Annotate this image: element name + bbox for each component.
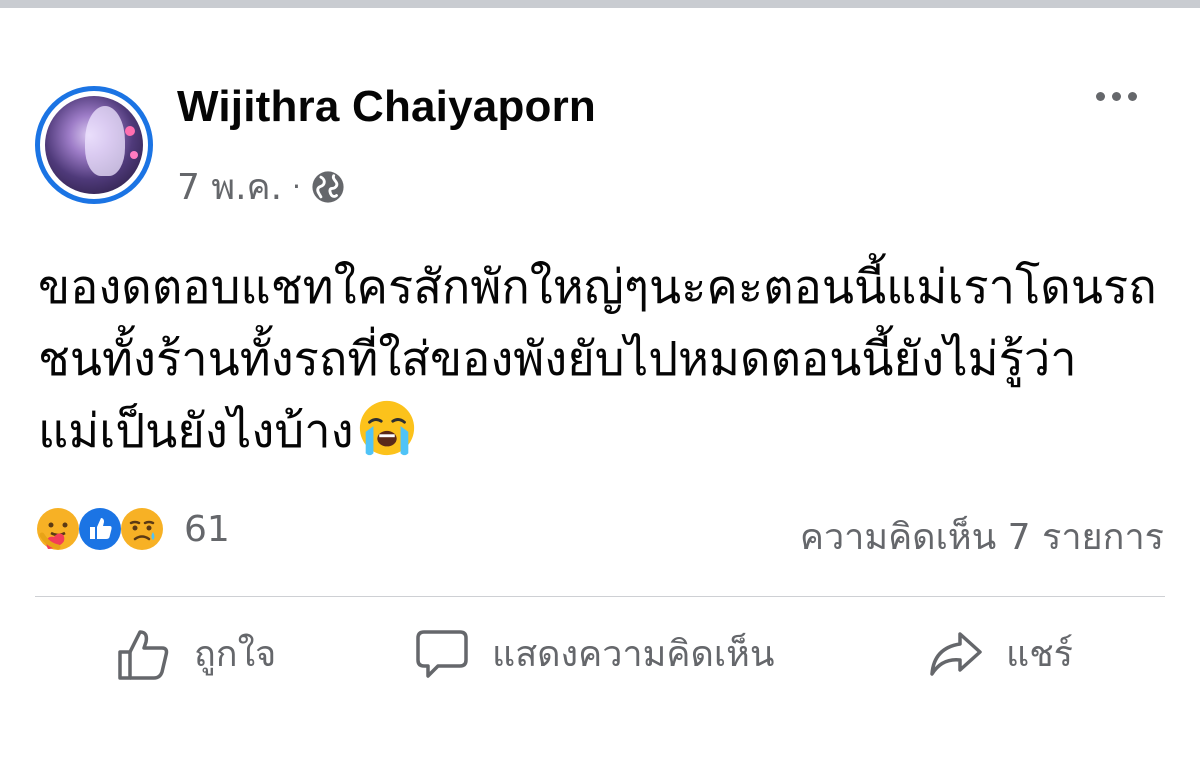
post-text-container: ของดตอบแชทใครสักพักใหญ่ๆนะคะตอนนี้แม่เรา… [38,252,1168,468]
more-options-icon[interactable] [1096,92,1137,101]
comment-label: แสดงความคิดเห็น [492,634,775,675]
share-button[interactable]: แชร์ [928,625,1073,682]
divider [35,596,1165,597]
comment-bubble-icon [416,629,468,678]
avatar[interactable] [35,86,153,204]
globe-icon[interactable] [311,170,345,204]
reactions-summary[interactable]: 61 [34,505,230,553]
post-date[interactable]: 7 พ.ค. [177,158,282,215]
action-bar: ถูกใจ แสดงความคิดเห็น แชร์ [0,625,1200,705]
loudly-crying-face-emoji [359,400,414,456]
thumbs-up-icon [118,629,169,680]
share-arrow-icon [930,631,982,676]
comments-count-link[interactable]: ความคิดเห็น 7 รายการ [800,508,1164,565]
share-label: แชร์ [1006,634,1073,675]
reaction-count: 61 [184,508,230,550]
care-reaction-icon [37,508,79,550]
like-label: ถูกใจ [194,634,277,675]
avatar-image [45,96,143,194]
post-meta: 7 พ.ค. · [177,158,345,215]
sad-reaction-icon [121,508,163,550]
top-strip [0,0,1200,8]
author-name[interactable]: Wijithra Chaiyaporn [177,82,596,132]
like-reaction-icon [79,508,121,550]
comment-button[interactable]: แสดงความคิดเห็น [414,625,774,682]
post-text: ของดตอบแชทใครสักพักใหญ่ๆนะคะตอนนี้แม่เรา… [38,260,1157,459]
meta-separator: · [292,170,301,203]
like-button[interactable]: ถูกใจ [116,625,276,682]
